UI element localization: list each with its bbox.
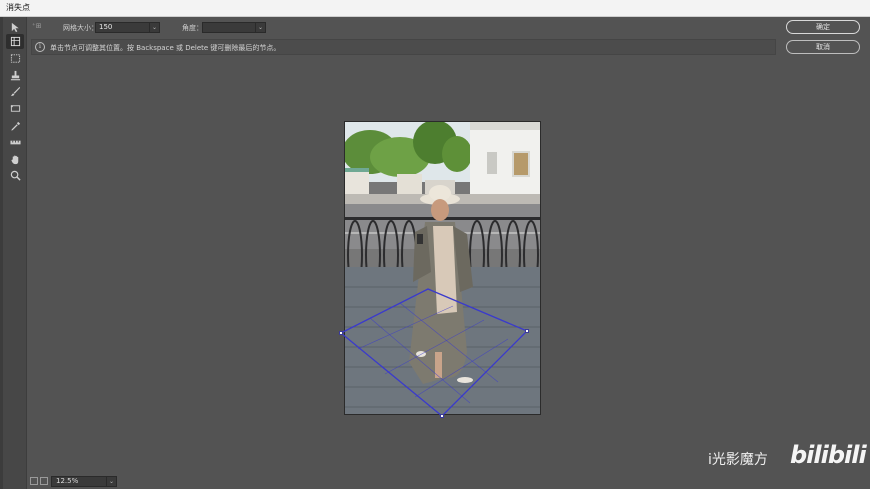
plane-node[interactable]	[339, 331, 343, 335]
zoom-out-icon[interactable]	[30, 477, 38, 485]
zoom-value: 12.5%	[56, 477, 79, 485]
zoom-in-icon[interactable]	[40, 477, 48, 485]
status-bar: 12.5% ⌄	[27, 474, 870, 489]
edit-plane-tool-icon[interactable]	[6, 20, 24, 35]
zoom-select[interactable]: 12.5% ⌄	[51, 476, 117, 487]
plane-node[interactable]	[440, 414, 444, 418]
photo-illustration	[345, 122, 540, 414]
chevron-down-icon: ⌄	[255, 23, 265, 32]
info-bar: i 单击节点可调整其位置。按 Backspace 或 Delete 键可删除最后…	[31, 39, 776, 55]
angle-label: 角度：	[182, 24, 203, 32]
plane-node[interactable]	[525, 329, 529, 333]
angle-select[interactable]: ⌄	[202, 22, 266, 33]
info-icon: i	[35, 42, 45, 52]
grid-size-icon: ⁺⊞	[32, 22, 42, 30]
photo-image[interactable]	[344, 121, 541, 415]
chevron-down-icon: ⌄	[106, 477, 116, 486]
brush-tool-icon[interactable]	[6, 84, 24, 99]
create-plane-tool-icon[interactable]	[6, 34, 24, 49]
eyedropper-tool-icon[interactable]	[6, 119, 24, 134]
vanishing-point-dialog: 消失点 ⁺⊞ 网格大小： 150 ⌄ 角度： ⌄ i 单击节点可调整其位置。按 …	[0, 0, 870, 489]
marquee-tool-icon[interactable]	[6, 51, 24, 66]
grid-size-label: 网格大小：	[63, 24, 98, 32]
measure-tool-icon[interactable]	[6, 135, 24, 150]
transform-tool-icon[interactable]	[6, 101, 24, 116]
bilibili-logo: bilibili	[790, 441, 867, 469]
hand-tool-icon[interactable]	[6, 152, 24, 167]
title-bar: 消失点	[0, 0, 870, 17]
cancel-button[interactable]: 取消	[786, 40, 860, 54]
ok-button[interactable]: 确定	[786, 20, 860, 34]
window-title: 消失点	[6, 3, 30, 12]
options-bar: ⁺⊞ 网格大小： 150 ⌄ 角度： ⌄	[27, 17, 870, 38]
zoom-tool-icon[interactable]	[6, 168, 24, 183]
grid-size-value: 150	[99, 23, 113, 31]
grid-size-select[interactable]: 150 ⌄	[95, 22, 160, 33]
info-message: 单击节点可调整其位置。按 Backspace 或 Delete 键可删除最后的节…	[50, 44, 281, 52]
stamp-tool-icon[interactable]	[6, 68, 24, 83]
chevron-down-icon: ⌄	[149, 23, 159, 32]
watermark-text: i光影魔方	[708, 452, 768, 468]
tool-panel	[3, 17, 27, 489]
